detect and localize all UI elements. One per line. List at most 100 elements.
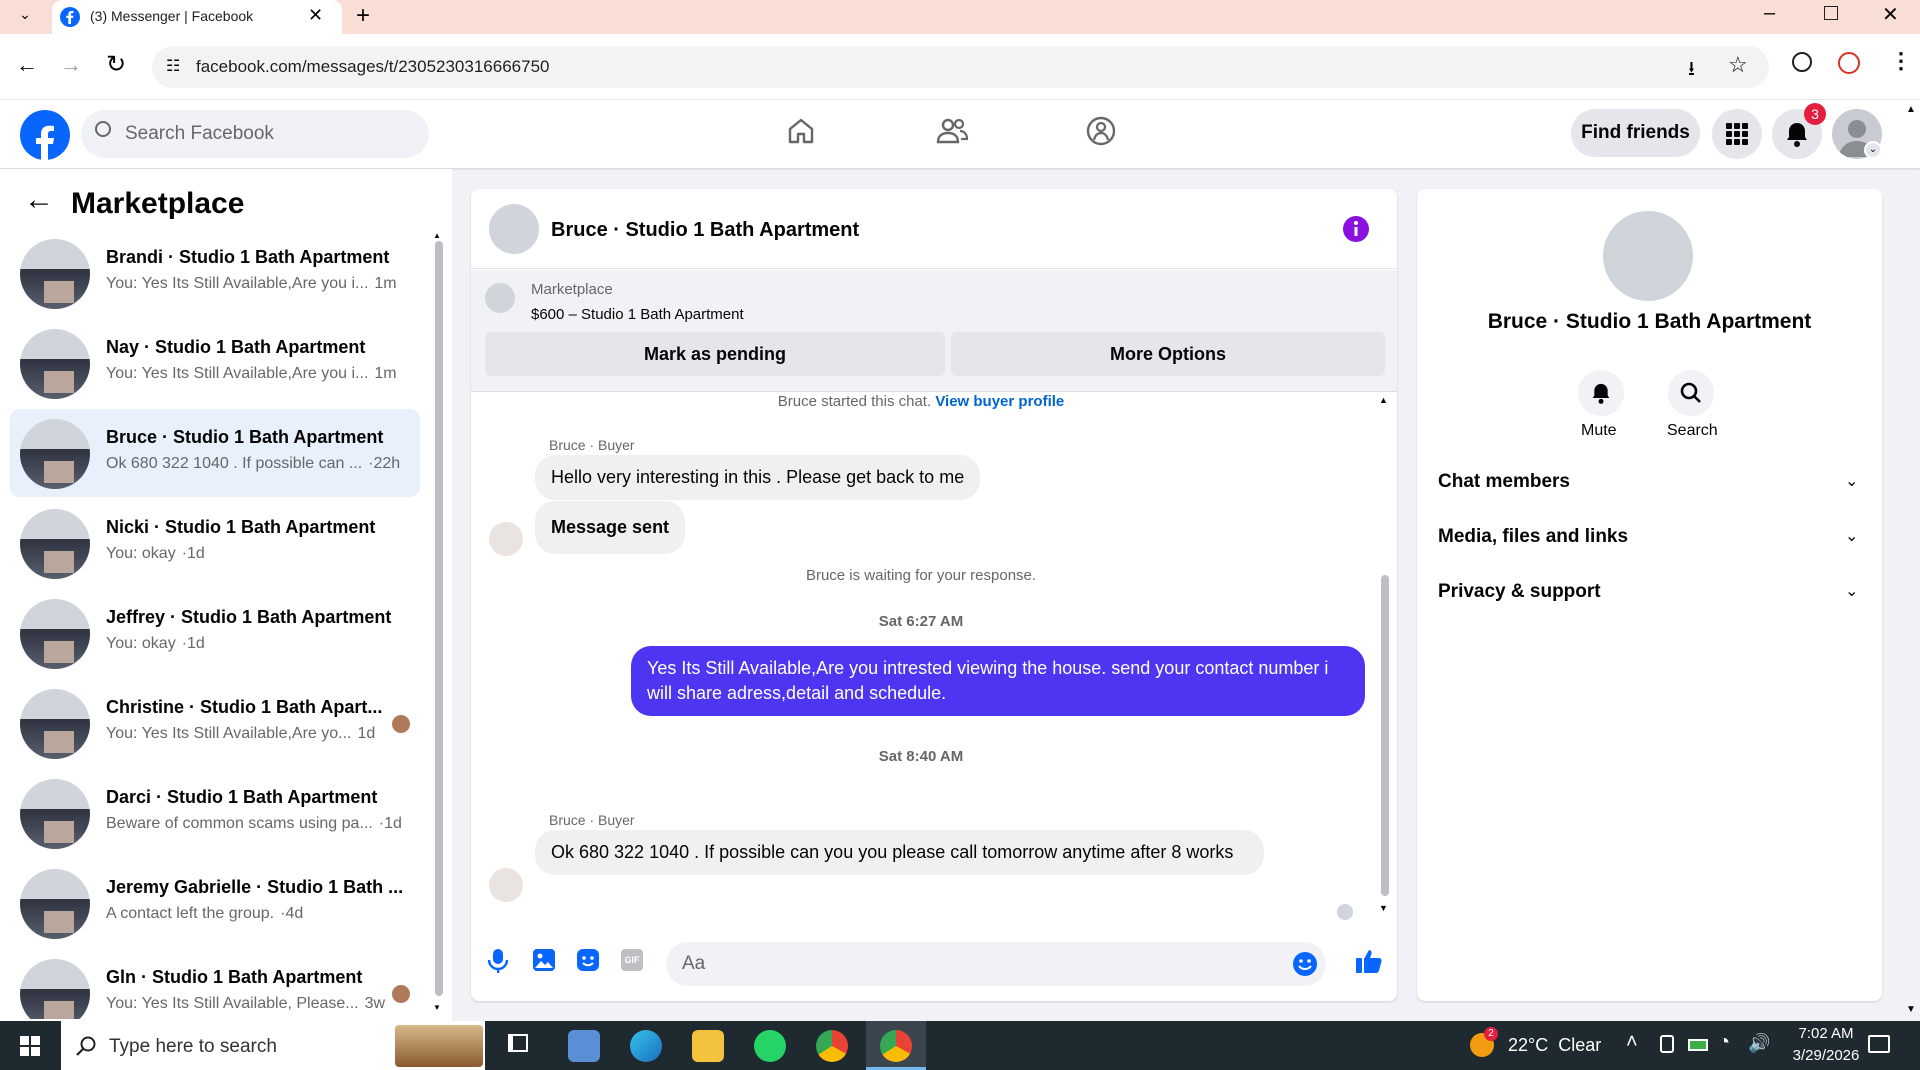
notification-badge: 3 [1804,103,1826,125]
groups-icon[interactable] [1085,115,1117,147]
thumbs-up-icon[interactable] [1355,947,1383,975]
tray-chevron-icon[interactable]: ˄ [1626,1031,1638,1054]
new-tab-icon[interactable]: + [356,2,370,30]
find-friends-button[interactable]: Find friends [1571,109,1700,157]
fb-search-field[interactable]: Search Facebook [81,110,429,158]
chat-title[interactable]: Bruce · Studio 1 Bath Apartment [551,219,859,242]
browser-menu-icon[interactable]: ⋮ [1890,48,1912,74]
whatsapp-icon[interactable] [754,1030,786,1062]
extension-icon[interactable] [1792,52,1812,72]
page-scroll-down-icon[interactable]: ▼ [1906,1004,1916,1015]
profile-avatar[interactable] [1603,211,1693,301]
incoming-message[interactable]: Ok 680 322 1040 . If possible can you yo… [535,830,1264,875]
section-privacy-support[interactable]: Privacy & support ⌄ [1417,569,1882,619]
listing-thumbnail[interactable] [485,283,515,313]
buyer-avatar[interactable] [489,522,523,556]
chat-avatar[interactable] [489,204,539,254]
scroll-down-icon[interactable]: ▼ [433,1003,441,1012]
message-input[interactable]: Aa [666,942,1326,986]
restore-icon[interactable] [1824,6,1838,20]
profile-icon[interactable] [1838,52,1860,74]
tray-device-icon[interactable] [1660,1035,1674,1053]
reload-icon[interactable]: ↻ [106,50,126,79]
conversation-item[interactable]: Jeremy Gabrielle · Studio 1 Bath ... A co… [10,859,420,947]
url-field[interactable]: ☷ facebook.com/messages/t/23052303166667… [152,46,1769,88]
snippet-text: You: Yes Its Still Available,Are you i..… [106,365,369,382]
weather-badge-count: 2 [1488,1028,1494,1039]
emoji-icon[interactable] [1292,951,1318,977]
forward-icon[interactable]: → [60,52,82,78]
minimize-icon[interactable]: – [1764,2,1775,25]
message-input-placeholder: Aa [682,953,706,974]
page-scroll-up-icon[interactable]: ▲ [1906,104,1916,115]
buyer-avatar[interactable] [489,868,523,902]
gif-icon[interactable]: GIF [621,949,643,971]
facebook-logo-icon[interactable] [20,110,70,160]
windows-start-icon[interactable] [20,1036,40,1056]
conversation-item[interactable]: Jeffrey · Studio 1 Bath Apartment You: ok… [10,589,420,677]
wifi-icon[interactable]: ◔ [1718,1031,1730,1054]
edge-icon[interactable] [630,1030,662,1062]
thread-scrollbar[interactable] [1381,575,1389,896]
app-icon-paint[interactable] [568,1030,600,1062]
weather-text[interactable]: 22°C Clear [1508,1035,1601,1056]
browser-tab-strip: ⌄ (3) Messenger | Facebook ✕ + – ✕ [0,0,1920,34]
conversation-name: Gln · Studio 1 Bath Apartment [106,967,363,987]
conversation-item[interactable]: Brandi · Studio 1 Bath Apartment You: Yes… [10,229,420,317]
section-chat-members[interactable]: Chat members ⌄ [1417,459,1882,509]
menu-button[interactable] [1712,109,1762,159]
conversation-item[interactable]: Nay · Studio 1 Bath Apartment You: Yes It… [10,319,420,407]
conversation-item[interactable]: Gln · Studio 1 Bath Apartment You: Yes It… [10,949,420,1019]
close-tab-icon[interactable]: ✕ [308,5,323,26]
garage-door [44,461,74,483]
install-app-icon[interactable]: ⭳ [1688,54,1695,88]
browser-tab[interactable]: (3) Messenger | Facebook ✕ [52,0,342,34]
account-chevron-icon[interactable]: ⌄ [1864,141,1882,159]
incoming-message[interactable]: Message sent [535,501,686,554]
outgoing-message[interactable]: Yes Its Still Available,Are you intreste… [631,646,1365,716]
clock-date[interactable]: 3/29/2026 [1776,1047,1876,1064]
site-info-icon[interactable]: ☷ [166,56,180,76]
home-icon[interactable] [786,116,816,146]
conversation-name: Darci · Studio 1 Bath Apartment [106,787,378,807]
conversation-item[interactable]: Christine · Studio 1 Bath Apart... You: Y… [10,679,420,767]
more-options-button[interactable]: More Options [951,332,1385,376]
task-view-icon[interactable] [508,1034,528,1052]
conversation-name: Bruce · Studio 1 Bath Apartment [106,427,384,447]
incoming-message[interactable]: Hello very interesting in this . Please … [535,455,981,500]
listing-title[interactable]: $600 – Studio 1 Bath Apartment [531,306,744,323]
battery-icon[interactable] [1688,1039,1708,1051]
section-media-files-links[interactable]: Media, files and links ⌄ [1417,514,1882,564]
microphone-icon[interactable] [487,948,509,974]
mute-button[interactable] [1578,370,1624,416]
close-window-icon[interactable]: ✕ [1882,2,1899,27]
chrome-active-tab[interactable] [866,1021,926,1070]
search-highlight-image [395,1025,483,1067]
photo-icon[interactable] [532,948,556,972]
conversation-item[interactable]: Darci · Studio 1 Bath Apartment Beware of… [10,769,420,857]
chrome-profile-icon[interactable] [816,1030,848,1062]
search-conversation-button[interactable] [1668,370,1714,416]
bookmark-star-icon[interactable]: ☆ [1728,52,1748,78]
back-icon[interactable]: ← [16,52,38,78]
view-buyer-profile-link[interactable]: View buyer profile [935,393,1064,410]
sticker-icon[interactable] [576,948,600,972]
chat-start-notice: Bruce started this chat. View buyer prof… [471,393,1371,410]
listing-thumbnail [20,509,90,579]
notification-center-icon[interactable] [1868,1035,1890,1053]
tab-list-dropdown[interactable]: ⌄ [12,6,38,28]
conversation-item[interactable]: Bruce · Studio 1 Bath Apartment Ok 680 32… [10,409,420,497]
back-arrow-icon[interactable]: ← [24,183,54,217]
list-scrollbar[interactable] [435,241,443,996]
scroll-up-icon[interactable]: ▲ [433,231,441,240]
volume-icon[interactable]: 🔊 [1748,1033,1770,1054]
file-explorer-icon[interactable] [692,1030,724,1062]
mark-as-pending-button[interactable]: Mark as pending [485,332,945,376]
conversation-item[interactable]: Nicki · Studio 1 Bath Apartment You: okay… [10,499,420,587]
clock-time[interactable]: 7:02 AM [1786,1025,1866,1042]
thread-scroll-up-icon[interactable]: ▲ [1379,395,1388,405]
friends-icon[interactable] [935,116,969,146]
info-icon[interactable] [1343,216,1369,242]
thread-scroll-down-icon[interactable]: ▼ [1379,903,1388,913]
taskbar-search-box[interactable]: Type here to search [61,1021,485,1070]
